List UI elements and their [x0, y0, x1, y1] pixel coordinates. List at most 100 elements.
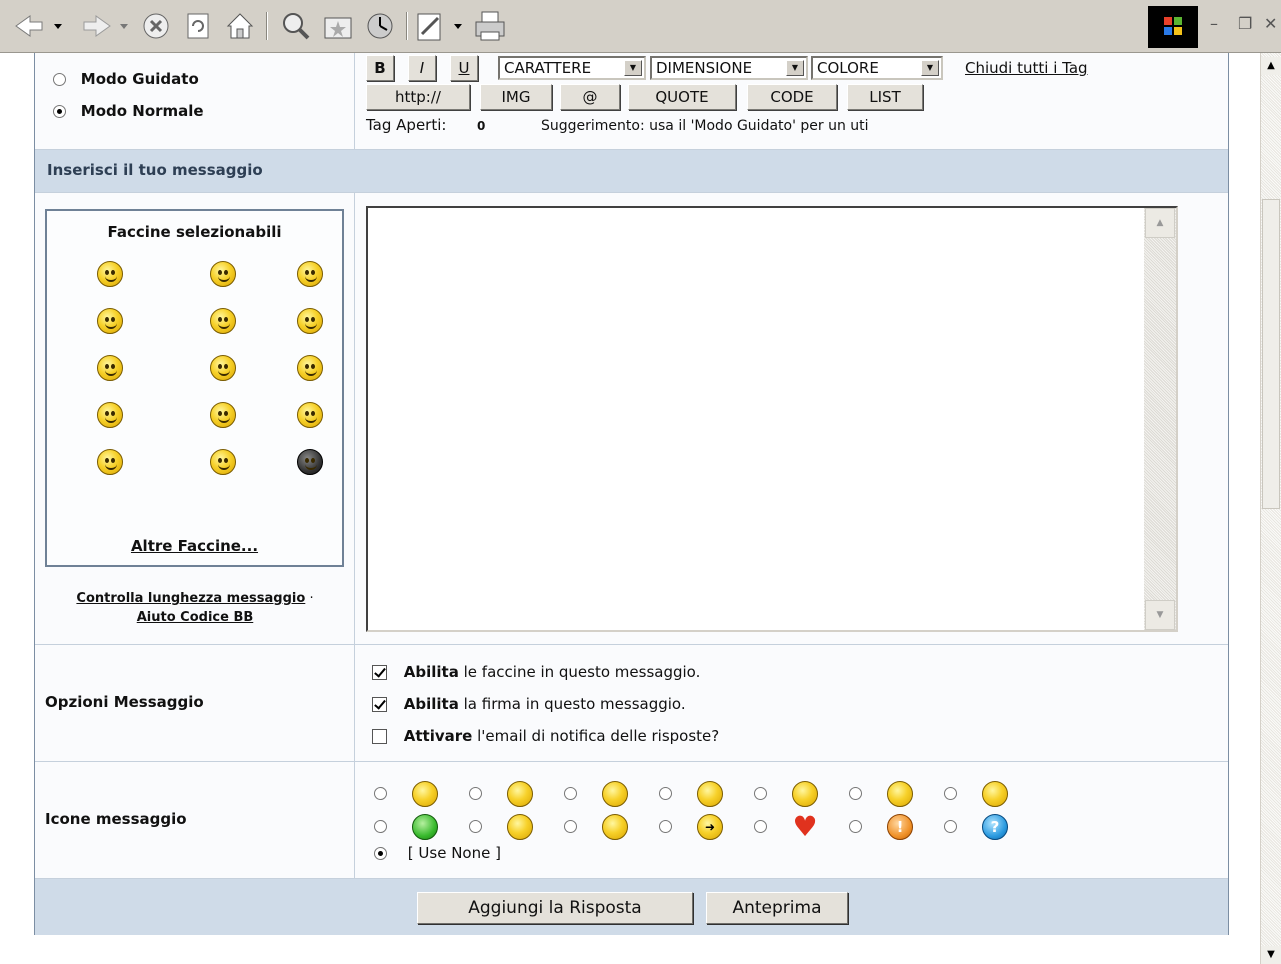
search-icon[interactable] — [278, 8, 314, 44]
icon-radio-angry[interactable] — [944, 787, 957, 800]
close-all-tags-link[interactable]: Chiudi tutti i Tag — [965, 59, 1088, 77]
option-signature-checkbox[interactable] — [372, 697, 387, 712]
warning-icon: ! — [887, 814, 913, 840]
submit-reply-button[interactable]: Aggiungi la Risposta — [417, 892, 693, 924]
smiley-icon[interactable] — [97, 449, 123, 475]
smiley-icon[interactable] — [97, 308, 123, 334]
icon-radio-grin[interactable] — [849, 787, 862, 800]
stop-icon[interactable] — [138, 8, 174, 44]
post-form: Modo Guidato Modo Normale B I U CARATTER… — [34, 53, 1229, 935]
actions-row: Aggiungi la Risposta Anteprima — [35, 879, 1228, 935]
underline-button[interactable]: U — [450, 55, 478, 81]
smiley-icon[interactable] — [297, 261, 323, 287]
close-icon[interactable]: ✕ — [1264, 14, 1277, 33]
edit-icon[interactable] — [414, 8, 470, 44]
smiley-icon[interactable] — [297, 449, 323, 475]
history-icon[interactable] — [362, 8, 398, 44]
url-button[interactable]: http:// — [366, 84, 470, 110]
quote-button[interactable]: QUOTE — [628, 84, 736, 110]
option-notify-text: l'email di notifica delle risposte? — [477, 727, 720, 745]
img-button[interactable]: IMG — [480, 84, 552, 110]
icon-radio-question[interactable] — [944, 820, 957, 833]
icon-radio-arrow[interactable] — [659, 820, 672, 833]
chevron-down-icon: ▼ — [921, 60, 939, 76]
forward-icon[interactable] — [80, 8, 136, 44]
font-select[interactable]: CARATTERE ▼ — [498, 56, 646, 80]
icon-radio-sleepy[interactable] — [564, 787, 577, 800]
more-smilies-link[interactable]: Altre Faccine... — [47, 537, 342, 555]
size-select[interactable]: DIMENSIONE ▼ — [650, 56, 808, 80]
icon-radio-warning[interactable] — [849, 820, 862, 833]
icons-label: Icone messaggio — [45, 810, 187, 828]
smiley-icon[interactable] — [97, 355, 123, 381]
icon-none-option[interactable]: [ Use None ] — [374, 844, 501, 862]
smiley-icon[interactable] — [210, 308, 236, 334]
message-cell: ▲ ▼ — [356, 193, 1228, 644]
size-select-value: DIMENSIONE — [656, 59, 753, 77]
open-tags-count: 0 — [477, 119, 486, 133]
icon-radio-smile[interactable] — [374, 787, 387, 800]
options-cell: Abilita le faccine in questo messaggio. … — [356, 645, 1228, 761]
scrollbar-thumb[interactable] — [1262, 199, 1280, 509]
icon-none-radio[interactable] — [374, 847, 387, 860]
icon-radio-sick[interactable] — [374, 820, 387, 833]
print-icon[interactable] — [472, 8, 508, 44]
icon-radio-cool[interactable] — [564, 820, 577, 833]
smiley-icon[interactable] — [297, 402, 323, 428]
email-button[interactable]: @ — [560, 84, 620, 110]
mode-guided-radio[interactable] — [53, 73, 66, 86]
smiley-icon[interactable] — [297, 355, 323, 381]
page-scrollbar[interactable]: ▲ ▼ — [1260, 53, 1281, 964]
option-notify-checkbox[interactable] — [372, 729, 387, 744]
scroll-down-icon[interactable]: ▼ — [1145, 600, 1175, 630]
bb-help-link[interactable]: Aiuto Codice BB — [137, 610, 254, 625]
code-button[interactable]: CODE — [747, 84, 837, 110]
smiley-icon[interactable] — [297, 308, 323, 334]
bold-button[interactable]: B — [366, 55, 394, 81]
smiley-icon[interactable] — [210, 402, 236, 428]
option-smilies[interactable]: Abilita le faccine in questo messaggio. — [372, 663, 700, 681]
restore-icon[interactable]: ❐ — [1238, 14, 1252, 33]
icon-radio-frown[interactable] — [469, 787, 482, 800]
scroll-up-icon[interactable]: ▲ — [1261, 57, 1281, 75]
check-length-link[interactable]: Controlla lunghezza messaggio — [76, 591, 305, 606]
bbcode-toolbar: B I U CARATTERE ▼ DIMENSIONE ▼ COLORE ▼ … — [356, 53, 1228, 149]
icon-radio-eek[interactable] — [469, 820, 482, 833]
italic-button[interactable]: I — [408, 55, 436, 81]
mode-option-normal[interactable]: Modo Normale — [53, 102, 204, 120]
option-smilies-checkbox[interactable] — [372, 665, 387, 680]
refresh-icon[interactable] — [180, 8, 216, 44]
tongue-icon — [697, 781, 723, 807]
smiley-icon[interactable] — [97, 402, 123, 428]
toolbar-separator — [266, 12, 268, 40]
minimize-icon[interactable]: – — [1210, 14, 1218, 33]
mode-guided-label: Modo Guidato — [80, 70, 199, 88]
options-label-cell: Opzioni Messaggio — [35, 645, 355, 761]
smiley-icon[interactable] — [210, 261, 236, 287]
color-select[interactable]: COLORE ▼ — [811, 56, 943, 80]
icon-radio-heart[interactable] — [754, 820, 767, 833]
icon-radio-surprised[interactable] — [754, 787, 767, 800]
smiley-icon[interactable] — [210, 355, 236, 381]
option-signature[interactable]: Abilita la firma in questo messaggio. — [372, 695, 686, 713]
option-smilies-verb: Abilita — [403, 663, 459, 681]
preview-button[interactable]: Anteprima — [706, 892, 848, 924]
scroll-down-icon[interactable]: ▼ — [1261, 946, 1281, 964]
windows-logo-icon — [1148, 6, 1198, 48]
scroll-up-icon[interactable]: ▲ — [1145, 208, 1175, 238]
mode-option-guided[interactable]: Modo Guidato — [53, 70, 199, 88]
icon-radio-tongue[interactable] — [659, 787, 672, 800]
message-textarea[interactable]: ▲ ▼ — [366, 206, 1178, 632]
textarea-scrollbar[interactable]: ▲ ▼ — [1144, 208, 1176, 630]
smiley-icon[interactable] — [97, 261, 123, 287]
help-links: Controlla lunghezza messaggio · Aiuto Co… — [35, 589, 355, 627]
favorites-icon[interactable] — [320, 8, 356, 44]
mode-normal-radio[interactable] — [53, 105, 66, 118]
home-icon[interactable] — [222, 8, 258, 44]
option-notify[interactable]: Attivare l'email di notifica delle rispo… — [372, 727, 719, 745]
open-tags-label: Tag Aperti: — [366, 116, 447, 134]
message-row: Faccine selezionabili Altre Faccine... C… — [35, 193, 1228, 645]
smiley-icon[interactable] — [210, 449, 236, 475]
back-icon[interactable] — [8, 8, 78, 44]
list-button[interactable]: LIST — [847, 84, 923, 110]
